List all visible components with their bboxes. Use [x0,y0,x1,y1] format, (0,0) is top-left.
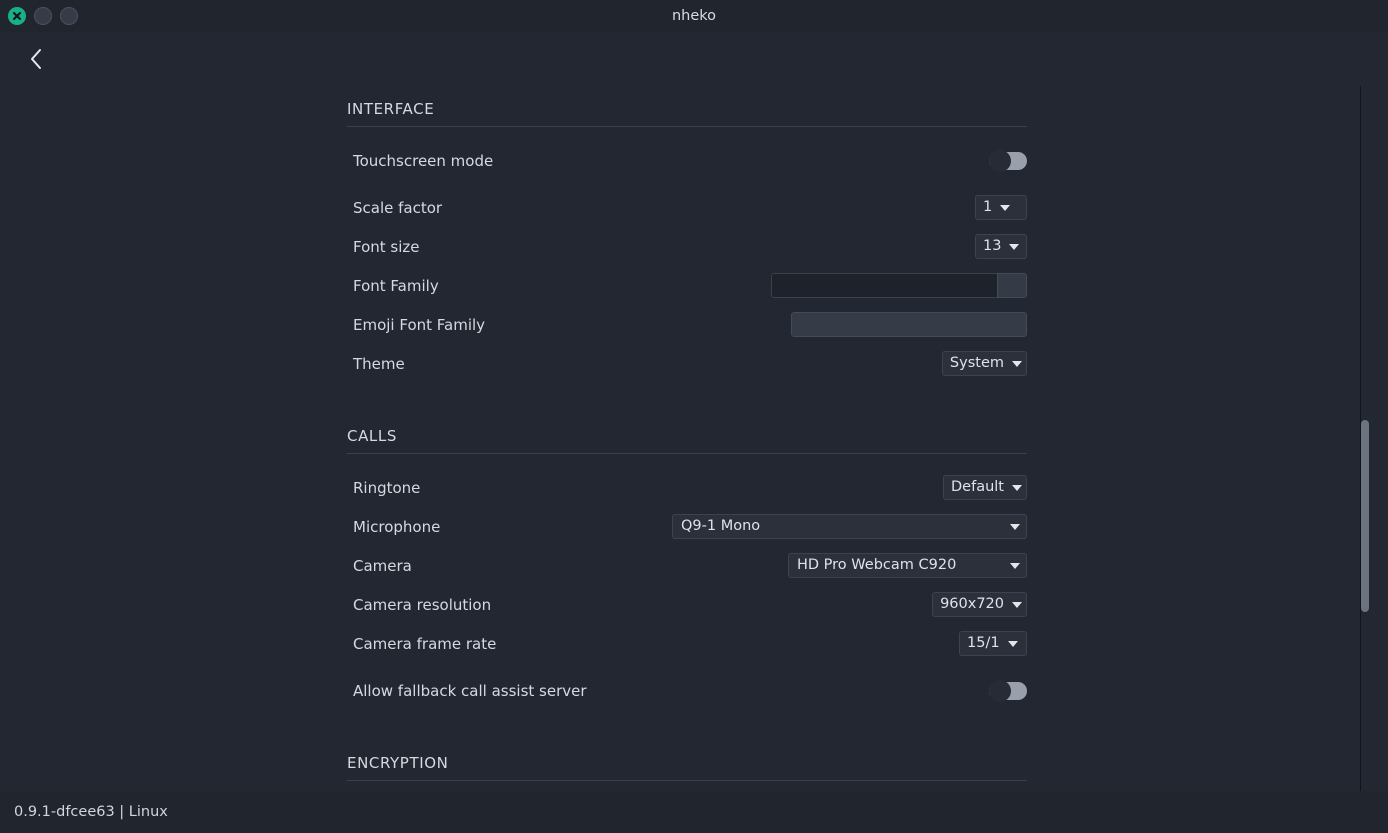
microphone-value: Q9-1 Mono [681,518,761,535]
vertical-scrollbar[interactable] [1360,86,1370,791]
setting-row-touchscreen-mode: Touchscreen mode [347,141,1027,180]
setting-row-allow-fallback-call-assist-server: Allow fallback call assist server [347,671,1027,710]
setting-label-touchscreen-mode: Touchscreen mode [353,151,494,170]
chevron-down-icon [1007,640,1018,647]
settings-content: INTERFACE Touchscreen mode Scale factor … [347,86,1027,791]
close-icon [12,11,22,21]
section-title-calls: CALLS [347,427,397,445]
section-title-interface: INTERFACE [347,100,435,118]
setting-control-microphone: Q9-1 Mono [672,514,1027,539]
setting-control-font-family [771,273,1027,298]
chevron-down-icon [1012,484,1022,491]
font-size-combobox[interactable]: 13 [975,234,1027,259]
status-bar: 0.9.1-dfcee63 | Linux [0,791,1388,833]
setting-row-scale-factor: Scale factor 1 [347,188,1027,227]
section-title-encryption: ENCRYPTION [347,754,449,772]
setting-label-camera-resolution: Camera resolution [353,595,492,614]
font-family-combobox[interactable] [771,273,1027,298]
toggle-knob [989,679,1011,702]
maximize-window-button[interactable] [60,7,78,25]
scale-factor-combobox[interactable]: 1 [975,195,1027,220]
emoji-font-family-dropdown-button[interactable] [997,312,1027,337]
scrollbar-thumb[interactable] [1361,420,1369,612]
setting-control-theme: System [941,351,1027,376]
scale-factor-value: 1 [983,199,993,216]
setting-control-emoji-font-family [791,312,1027,337]
setting-label-ringtone: Ringtone [353,478,421,497]
setting-label-camera-frame-rate: Camera frame rate [353,634,497,653]
setting-control-camera-frame-rate: 15/1 [959,631,1027,656]
setting-label-theme: Theme [353,354,405,373]
setting-row-font-size: Font size 13 [347,227,1027,266]
setting-control-allow-fallback-call-assist-server [989,679,1027,702]
setting-row-camera-frame-rate: Camera frame rate 15/1 [347,624,1027,663]
setting-row-camera-resolution: Camera resolution 960x720 [347,585,1027,624]
emoji-font-family-combobox[interactable] [791,312,1027,337]
setting-label-font-size: Font size [353,237,420,256]
setting-row-camera: Camera HD Pro Webcam C920 [347,546,1027,585]
setting-control-touchscreen-mode [989,149,1027,172]
microphone-combobox[interactable]: Q9-1 Mono [672,514,1027,539]
setting-control-camera: HD Pro Webcam C920 [788,553,1027,578]
setting-label-camera: Camera [353,556,412,575]
setting-row-ringtone: Ringtone Default [347,468,1027,507]
camera-resolution-combobox[interactable]: 960x720 [932,592,1027,617]
font-size-value: 13 [983,238,1002,255]
top-nav-bar [0,32,1388,90]
setting-control-camera-resolution: 960x720 [932,592,1027,617]
allow-fallback-call-assist-server-toggle[interactable] [989,679,1027,702]
camera-value: HD Pro Webcam C920 [797,557,957,574]
camera-frame-rate-value: 15/1 [967,635,1000,652]
chevron-down-icon [1009,243,1020,250]
setting-row-emoji-font-family: Emoji Font Family [347,305,1027,344]
toggle-knob [989,149,1011,172]
section-divider-interface [347,126,1027,127]
setting-control-ringtone: Default [943,475,1027,500]
title-bar: nheko [0,0,1388,32]
camera-frame-rate-combobox[interactable]: 15/1 [959,631,1027,656]
chevron-down-icon [1000,204,1011,211]
window-title: nheko [671,8,717,24]
ringtone-combobox[interactable]: Default [943,475,1027,500]
minimize-window-button[interactable] [34,7,52,25]
theme-combobox[interactable]: System [941,351,1027,376]
camera-resolution-value: 960x720 [940,596,1004,613]
setting-row-font-family: Font Family [347,266,1027,305]
setting-label-font-family: Font Family [353,276,439,295]
close-window-button[interactable] [8,7,26,25]
chevron-down-icon [1010,562,1020,569]
setting-label-allow-fallback-call-assist-server: Allow fallback call assist server [353,681,587,700]
chevron-left-icon [31,49,41,69]
touchscreen-mode-toggle[interactable] [989,149,1027,172]
window-controls [0,7,78,25]
version-status-text: 0.9.1-dfcee63 | Linux [14,804,168,820]
setting-control-scale-factor: 1 [975,195,1027,220]
font-family-dropdown-button[interactable] [997,273,1027,298]
camera-combobox[interactable]: HD Pro Webcam C920 [788,553,1027,578]
chevron-down-icon [1012,360,1022,367]
section-divider-encryption [347,780,1027,781]
settings-scroll-area[interactable]: INTERFACE Touchscreen mode Scale factor … [0,86,1388,791]
back-button[interactable] [20,42,52,76]
font-family-input[interactable] [771,273,997,298]
setting-control-font-size: 13 [975,234,1027,259]
chevron-down-icon [1012,601,1022,608]
chevron-down-icon [1010,523,1020,530]
setting-row-microphone: Microphone Q9-1 Mono [347,507,1027,546]
setting-label-microphone: Microphone [353,517,441,536]
theme-value: System [949,355,1004,372]
emoji-font-family-input[interactable] [791,312,997,337]
section-divider-calls [347,453,1027,454]
setting-row-theme: Theme System [347,344,1027,383]
setting-label-emoji-font-family: Emoji Font Family [353,315,486,334]
ringtone-value: Default [951,479,1004,496]
setting-label-scale-factor: Scale factor [353,198,443,217]
